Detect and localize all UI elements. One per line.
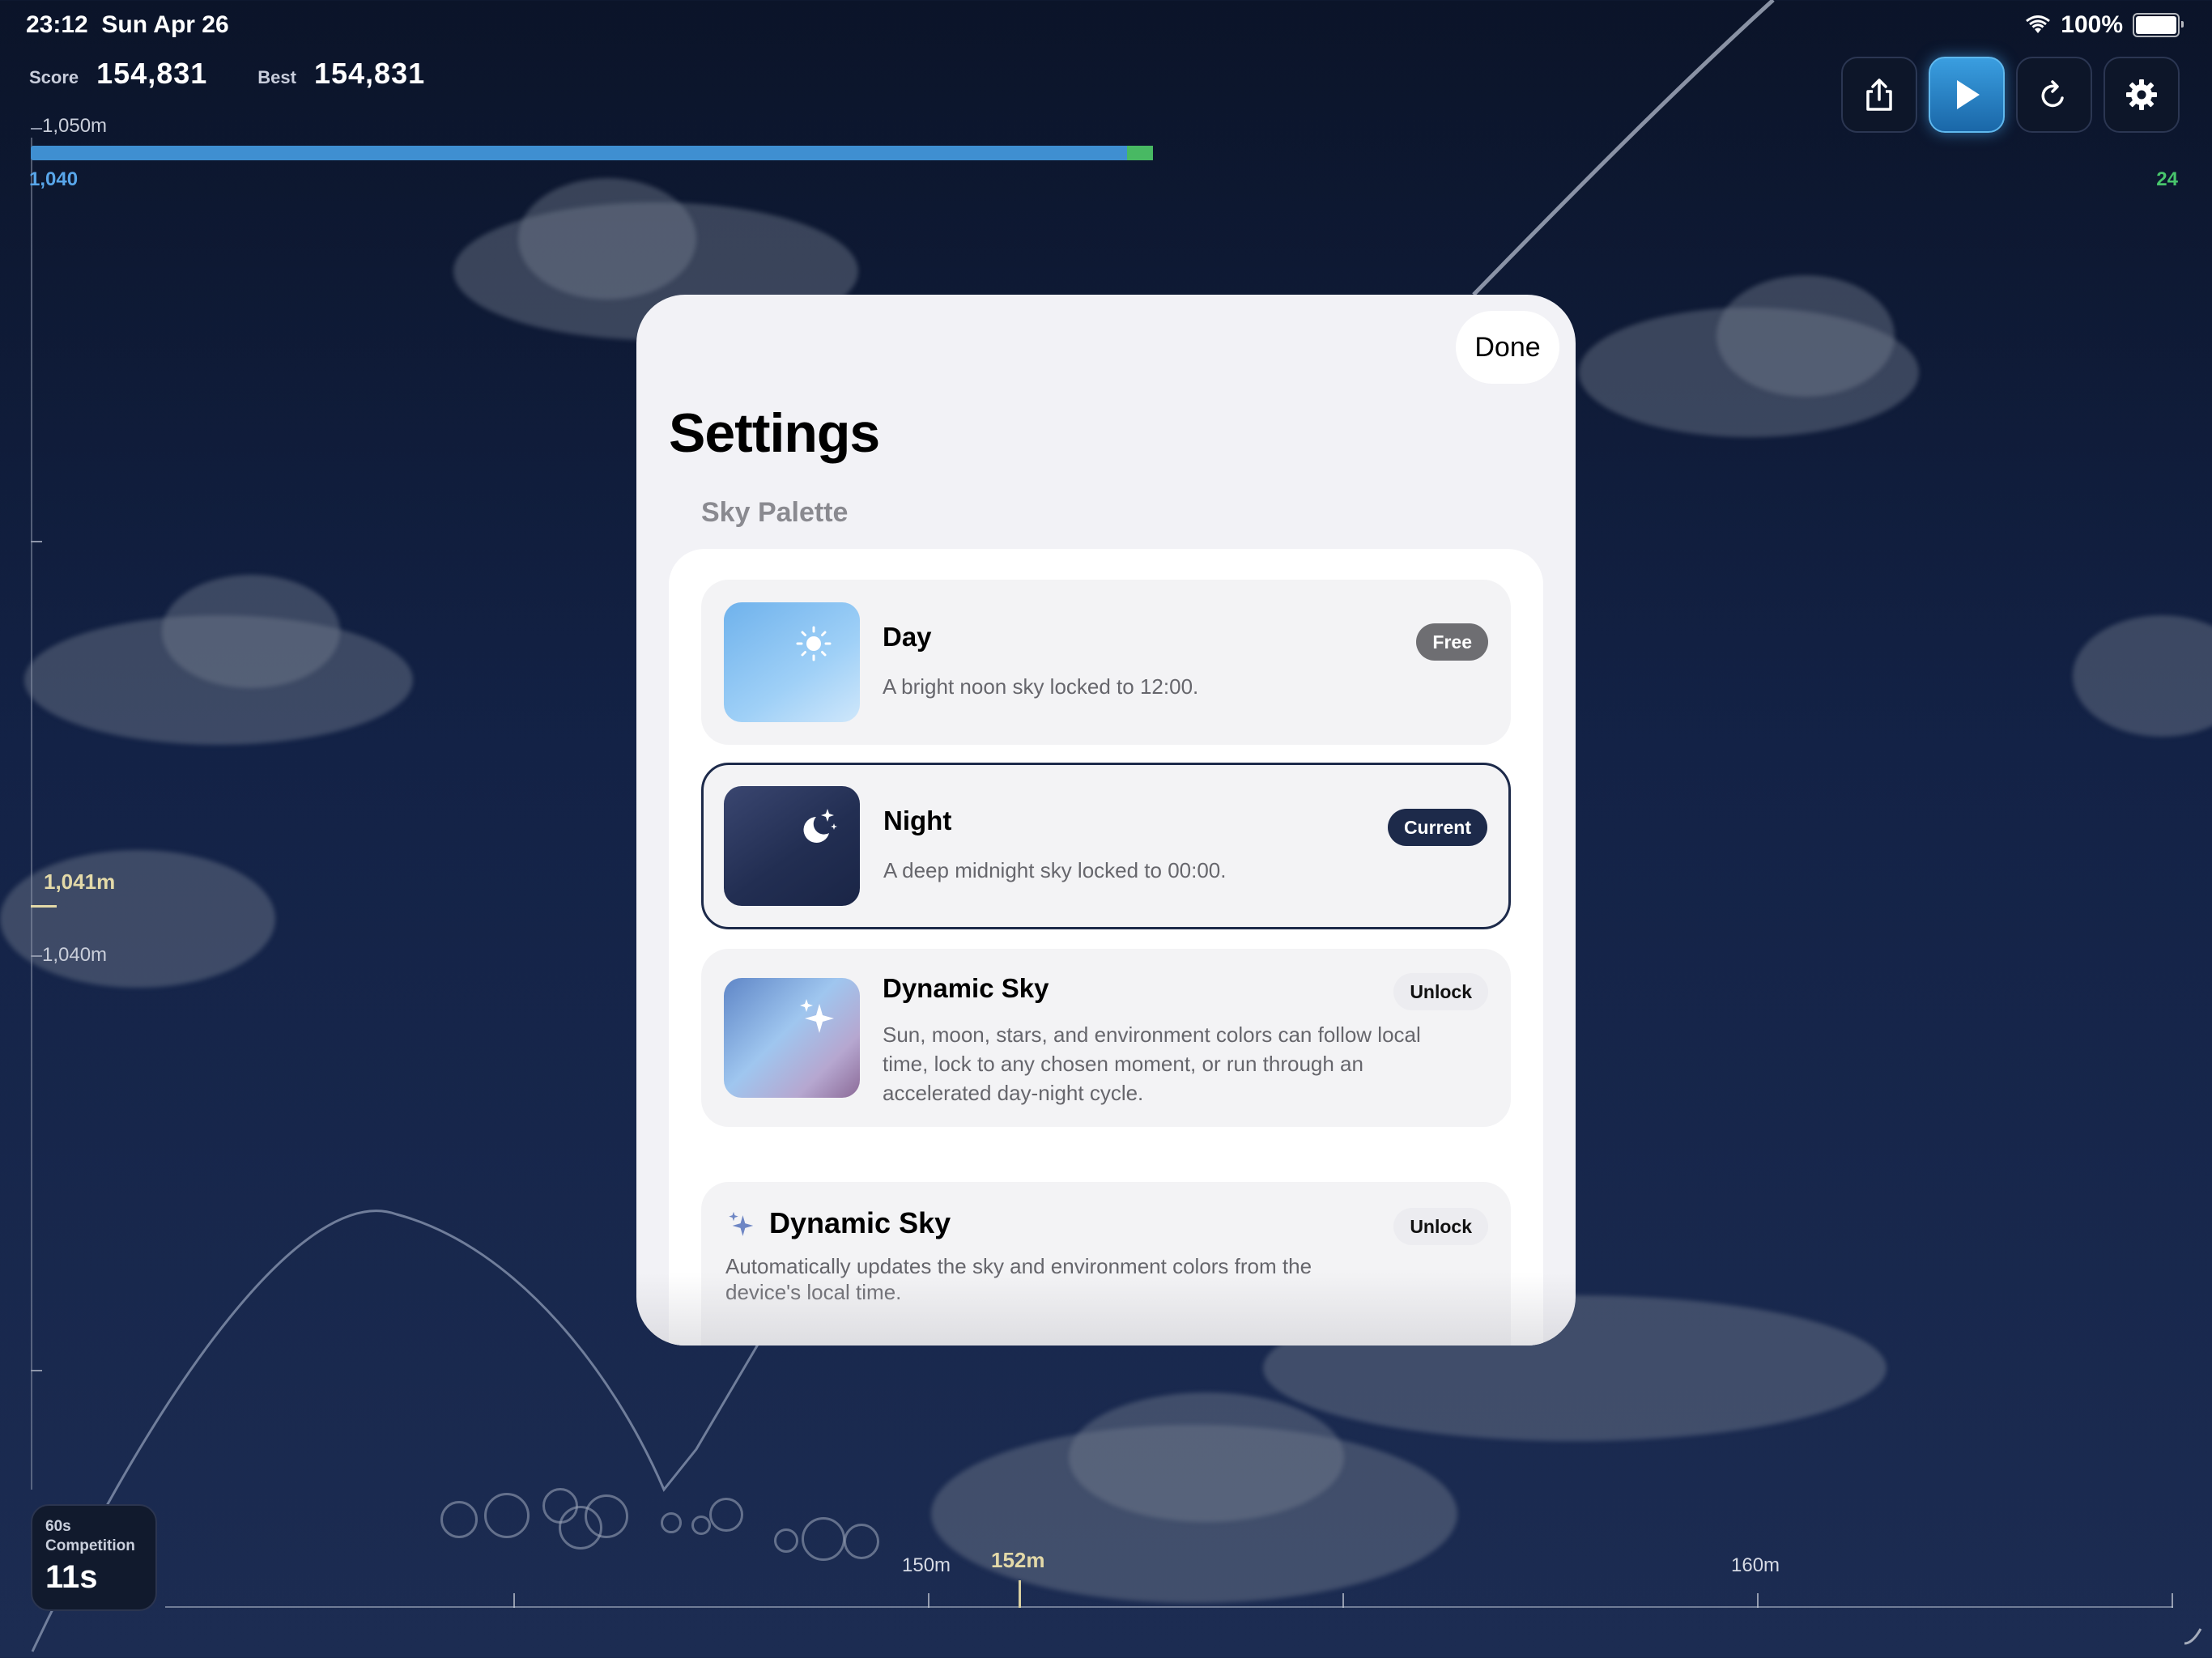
bubble bbox=[484, 1493, 530, 1538]
altitude-tick bbox=[31, 541, 42, 542]
battery-icon bbox=[2133, 13, 2184, 37]
progress-right-value: 24 bbox=[2156, 168, 2178, 190]
resize-handle-icon bbox=[2184, 1628, 2202, 1645]
distance-current-marker bbox=[1019, 1580, 1021, 1608]
status-badge: Free bbox=[1416, 623, 1488, 661]
status-badge[interactable]: Unlock bbox=[1393, 973, 1488, 1010]
gear-icon bbox=[2126, 79, 2157, 110]
palette-description: A bright noon sky locked to 12:00. bbox=[883, 674, 1199, 699]
progress-left-value: 1,040 bbox=[29, 168, 79, 190]
dynamic-sky-thumbnail bbox=[724, 978, 860, 1098]
share-icon bbox=[1866, 79, 1892, 111]
palette-option-day[interactable]: Day A bright noon sky locked to 12:00. F… bbox=[701, 580, 1511, 745]
progress-bar bbox=[31, 146, 1153, 160]
status-time: 23:12 Sun Apr 26 bbox=[26, 11, 229, 39]
bubble bbox=[802, 1517, 845, 1561]
sparkles-icon bbox=[800, 999, 834, 1033]
settings-button[interactable] bbox=[2104, 57, 2180, 133]
altitude-tick bbox=[31, 955, 42, 957]
competition-title: 60s Competition bbox=[45, 1517, 135, 1556]
status-badge: Current bbox=[1387, 809, 1487, 846]
progress-bar-end bbox=[1127, 146, 1153, 160]
distance-tick bbox=[1757, 1593, 1759, 1608]
bubble bbox=[585, 1494, 628, 1538]
distance-tick bbox=[2172, 1593, 2173, 1608]
moon-stars-icon bbox=[803, 809, 837, 843]
play-button[interactable] bbox=[1929, 57, 2005, 133]
done-button[interactable]: Done bbox=[1456, 311, 1559, 384]
scroll-fade bbox=[636, 1273, 1576, 1346]
distance-current-label: 152m bbox=[991, 1548, 1045, 1572]
sun-icon bbox=[796, 626, 832, 661]
battery-percent: 100% bbox=[2061, 11, 2123, 38]
palette-description: Sun, moon, stars, and environment colors… bbox=[883, 1022, 1421, 1105]
night-thumbnail bbox=[724, 786, 860, 906]
status-date: Sun Apr 26 bbox=[101, 11, 229, 38]
bubble bbox=[709, 1498, 743, 1532]
restart-button[interactable] bbox=[2016, 57, 2092, 133]
altitude-axis bbox=[31, 138, 32, 1490]
bubble bbox=[661, 1512, 682, 1533]
altitude-top-label: 1,050m bbox=[42, 115, 108, 137]
best-label: Best bbox=[257, 67, 296, 87]
competition-timer: 60s Competition 11s bbox=[31, 1504, 157, 1611]
altitude-low-label: 1,040m bbox=[42, 944, 108, 966]
palette-option-dynamic-sky[interactable]: Dynamic Sky Sun, moon, stars, and enviro… bbox=[701, 949, 1511, 1127]
page-title: Settings bbox=[669, 402, 880, 464]
day-thumbnail bbox=[724, 602, 860, 722]
share-button[interactable] bbox=[1841, 57, 1917, 133]
competition-time-value: 11s bbox=[45, 1559, 98, 1595]
score-value: 154,831 bbox=[96, 57, 208, 90]
distance-axis bbox=[165, 1606, 2173, 1608]
toolbar bbox=[1841, 57, 2180, 133]
sparkles-icon bbox=[729, 1211, 754, 1236]
distance-label-160: 160m bbox=[1731, 1554, 1780, 1576]
palette-title: Night bbox=[883, 806, 952, 835]
refresh-icon bbox=[2041, 80, 2064, 108]
play-icon bbox=[1957, 80, 1980, 109]
competition-title-line2: Competition bbox=[45, 1537, 135, 1554]
section-header-sky-palette: Sky Palette bbox=[701, 497, 849, 528]
distance-tick bbox=[928, 1593, 929, 1608]
bubble bbox=[440, 1501, 478, 1538]
distance-tick bbox=[513, 1593, 515, 1608]
altitude-tick bbox=[31, 1370, 42, 1371]
palette-title: Day bbox=[883, 622, 932, 652]
competition-title-line1: 60s bbox=[45, 1518, 71, 1535]
best-value: 154,831 bbox=[313, 57, 426, 90]
settings-sheet: Done Settings Sky Palette Day A bright n… bbox=[636, 295, 1576, 1346]
unlock-button[interactable]: Unlock bbox=[1393, 1208, 1488, 1245]
score-label: Score bbox=[29, 67, 79, 87]
palette-title: Dynamic Sky bbox=[883, 973, 1049, 1003]
distance-label-150: 150m bbox=[902, 1554, 951, 1576]
distance-tick bbox=[1342, 1593, 1344, 1608]
wifi-icon bbox=[2026, 15, 2051, 33]
altitude-tick bbox=[31, 128, 42, 130]
altitude-current-label: 1,041m bbox=[44, 869, 116, 894]
score-row: Score 154,831 Best 154,831 bbox=[29, 57, 457, 91]
bubble bbox=[844, 1524, 879, 1559]
bubble bbox=[774, 1528, 798, 1553]
palette-description: A deep midnight sky locked to 00:00. bbox=[883, 858, 1227, 882]
bubble bbox=[691, 1516, 711, 1535]
altitude-current-marker bbox=[31, 905, 57, 908]
status-clock: 23:12 bbox=[26, 11, 88, 38]
status-indicators: 100% bbox=[2025, 11, 2184, 39]
dynamic-sky-title: Dynamic Sky bbox=[769, 1206, 951, 1239]
palette-option-night[interactable]: Night A deep midnight sky locked to 00:0… bbox=[701, 763, 1511, 929]
